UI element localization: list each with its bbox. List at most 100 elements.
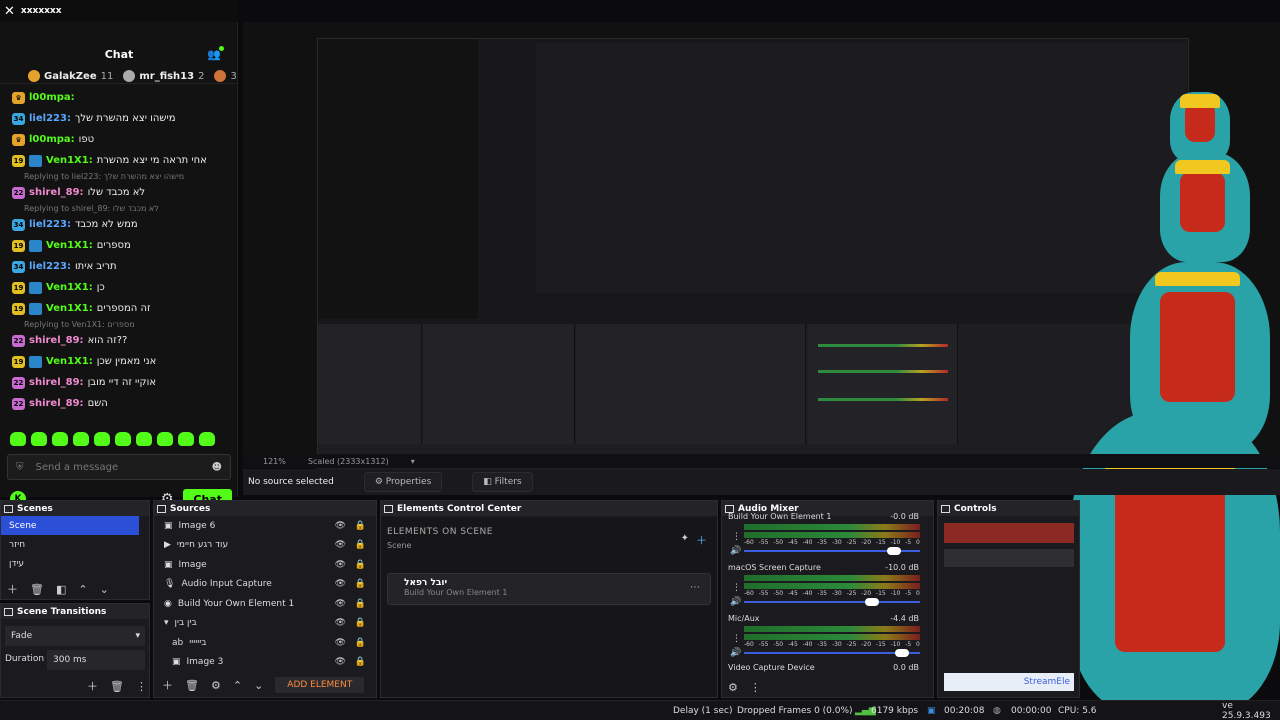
visibility-eye-icon[interactable]: 👁	[335, 657, 346, 667]
chat-message[interactable]: 22 shirel_89: אוקיי זה דיי מובן	[0, 372, 238, 393]
emote-icon[interactable]	[94, 432, 110, 446]
chat-message[interactable]: ♛ l00mpa: טפו	[0, 129, 238, 150]
volume-slider-handle[interactable]	[895, 649, 910, 657]
lock-icon[interactable]: 🔒	[355, 599, 366, 609]
lock-icon[interactable]: 🔒	[355, 618, 366, 628]
scene-item[interactable]: חיזר	[1, 535, 149, 554]
mixer-settings-icon[interactable]: ⚙	[728, 681, 738, 694]
emote-icon[interactable]	[73, 432, 89, 446]
speaker-icon[interactable]: 🔊	[730, 597, 741, 607]
source-item[interactable]: ▣ Image 👁 🔒	[154, 555, 376, 575]
preview-zoom[interactable]: 121%	[263, 457, 286, 466]
visibility-eye-icon[interactable]: 👁	[335, 540, 346, 550]
emote-icon[interactable]	[199, 432, 215, 446]
filters-button[interactable]: ◧ Filters	[472, 472, 533, 492]
leaderboard-entry[interactable]: mr_fish13 2	[123, 70, 204, 82]
volume-slider-handle[interactable]	[886, 547, 901, 555]
chat-message[interactable]: 22 shirel_89: זה הוא??	[0, 330, 238, 351]
volume-slider-handle[interactable]	[865, 598, 880, 606]
source-item[interactable]: ▣ Image 6 👁 🔒	[154, 516, 376, 536]
move-down-button[interactable]: ⌄	[100, 583, 109, 596]
scene-list[interactable]: Scene חיזר עידן	[1, 516, 149, 573]
chat-username[interactable]: liel223:	[29, 261, 71, 272]
chat-username[interactable]: Ven1X1:	[46, 356, 93, 367]
duration-stepper[interactable]: 300 ms	[47, 650, 145, 670]
visibility-eye-icon[interactable]: 👁	[335, 579, 346, 589]
remove-transition-button[interactable]: 🗑	[110, 680, 124, 693]
speaker-icon[interactable]: 🔊	[730, 648, 741, 658]
source-settings-button[interactable]: ⚙	[211, 679, 221, 692]
lock-icon[interactable]: 🔒	[355, 657, 366, 667]
add-scene-button[interactable]: ＋	[7, 581, 18, 597]
remove-scene-button[interactable]: 🗑	[30, 583, 44, 596]
emote-bar[interactable]	[10, 432, 215, 446]
lock-icon[interactable]: 🔒	[355, 521, 366, 531]
move-up-button[interactable]: ⌃	[233, 679, 242, 692]
add-element-button[interactable]: ADD ELEMENT	[275, 677, 365, 693]
source-item[interactable]: ▣ Image 3 👁 🔒	[154, 653, 376, 673]
chat-message[interactable]: 19 Ven1X1: זה המספרים	[0, 298, 238, 319]
chat-message[interactable]: 19 Ven1X1: מספרים	[0, 235, 238, 256]
emote-icon[interactable]	[178, 432, 194, 446]
more-icon[interactable]: ⋯	[690, 582, 700, 593]
visibility-eye-icon[interactable]: 👁	[335, 618, 346, 628]
chat-username[interactable]: l00mpa:	[29, 92, 75, 103]
remove-source-button[interactable]: 🗑	[185, 679, 199, 692]
source-item[interactable]: ▶ עוד רגע חיימי 👁 🔒	[154, 536, 376, 556]
chat-message[interactable]: 19 Ven1X1: כן	[0, 277, 238, 298]
chat-username[interactable]: shirel_89:	[29, 377, 84, 388]
scene-item[interactable]: עידן	[1, 554, 149, 573]
scene-filters-button[interactable]: ◧	[56, 583, 66, 596]
add-source-button[interactable]: ＋	[162, 677, 173, 693]
more-icon[interactable]: ⋮	[732, 634, 741, 644]
scene-item[interactable]: Scene	[1, 516, 139, 535]
visibility-eye-icon[interactable]: 👁	[335, 560, 346, 570]
stream-preview[interactable]	[243, 22, 1280, 712]
go-live-button[interactable]	[944, 523, 1074, 543]
chat-message[interactable]: 34 liel223: מישהו יצא מהשרת שלך	[0, 108, 238, 129]
chat-username[interactable]: liel223:	[29, 113, 71, 124]
emote-icon[interactable]	[31, 432, 47, 446]
volume-slider[interactable]	[744, 652, 920, 654]
chat-message[interactable]: 34 liel223: תריב איתו	[0, 256, 238, 277]
emote-icon[interactable]	[157, 432, 173, 446]
transition-select[interactable]: Fade ▾	[5, 626, 145, 646]
ecc-element-card[interactable]: יובל רפאל Build Your Own Element 1 ⋯	[387, 573, 711, 605]
chat-username[interactable]: shirel_89:	[29, 187, 84, 198]
chat-username[interactable]: Ven1X1:	[46, 155, 93, 166]
leaderboard-entry[interactable]: GalakZee 11	[28, 70, 113, 82]
emote-icon[interactable]	[52, 432, 68, 446]
move-down-button[interactable]: ⌄	[254, 679, 263, 692]
chat-username[interactable]: liel223:	[29, 219, 71, 230]
more-icon[interactable]: ⋮	[750, 681, 761, 694]
chat-username[interactable]: Ven1X1:	[46, 240, 93, 251]
lock-icon[interactable]: 🔒	[355, 579, 366, 589]
chat-username[interactable]: Ven1X1:	[46, 282, 93, 293]
emoji-icon[interactable]: ☻	[212, 462, 222, 473]
lock-icon[interactable]: 🔒	[355, 540, 366, 550]
shield-icon[interactable]: ⛨	[16, 462, 24, 473]
lock-icon[interactable]: 🔒	[355, 560, 366, 570]
visibility-eye-icon[interactable]: 👁	[335, 599, 346, 609]
source-item[interactable]: ◉ Build Your Own Element 1 👁 🔒	[154, 594, 376, 614]
more-icon[interactable]: ⋮	[136, 680, 147, 693]
chat-send-input[interactable]: ⛨ Send a message ☻	[7, 454, 231, 480]
source-item[interactable]: ▾ בין בין 👁 🔒	[154, 614, 376, 634]
more-icon[interactable]: ⋮	[732, 583, 741, 593]
users-icon[interactable]: 👥	[207, 46, 224, 61]
chevron-down-icon[interactable]: ▾	[411, 457, 415, 466]
source-item[interactable]: 🎙 Audio Input Capture 👁 🔒	[154, 575, 376, 595]
chat-username[interactable]: Ven1X1:	[46, 303, 93, 314]
emote-icon[interactable]	[136, 432, 152, 446]
sparkle-icon[interactable]: ✦	[681, 533, 689, 544]
chat-username[interactable]: shirel_89:	[29, 335, 84, 346]
chat-message[interactable]: 19 Ven1X1: אני מאמין שכן	[0, 351, 238, 372]
emote-icon[interactable]	[115, 432, 131, 446]
add-icon[interactable]: ＋	[696, 532, 707, 548]
chat-message[interactable]: ♛ l00mpa:	[0, 87, 238, 108]
chat-message[interactable]: 19 Ven1X1: אחי תראה מי יצא מהשרת	[0, 150, 238, 171]
chat-username[interactable]: shirel_89:	[29, 398, 84, 409]
more-icon[interactable]: ⋮	[732, 532, 741, 542]
volume-slider[interactable]	[744, 601, 920, 603]
chat-message-list[interactable]: ♛ l00mpa: 34 liel223: מישהו יצא מהשרת שלך ♛ l0…	[0, 87, 238, 414]
